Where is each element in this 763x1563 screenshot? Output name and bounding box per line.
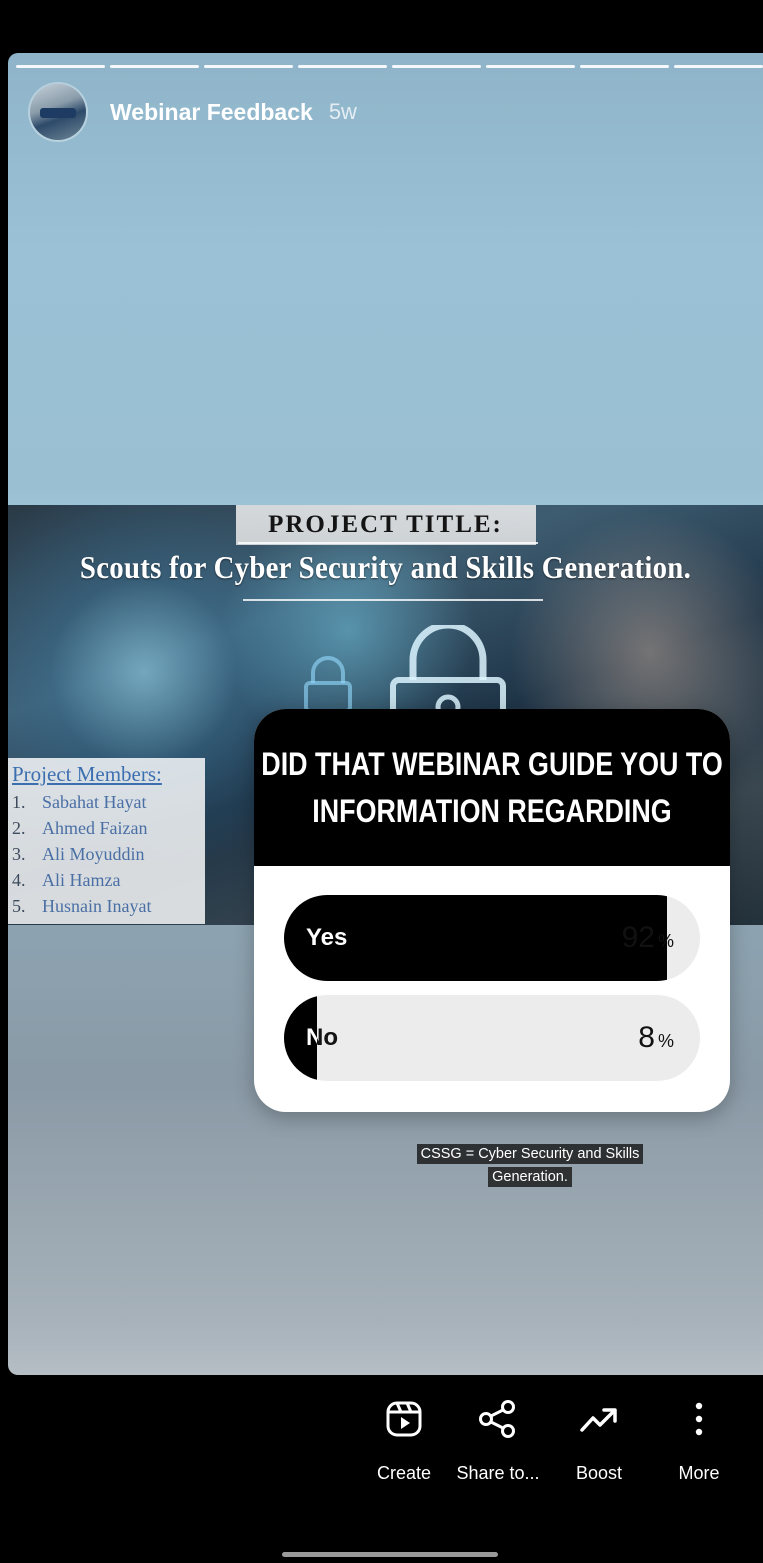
share-icon xyxy=(479,1400,515,1438)
boost-label: Boost xyxy=(575,1463,623,1483)
reels-icon xyxy=(386,1401,422,1437)
progress-segment xyxy=(16,65,105,68)
trend-arrow-icon xyxy=(580,1408,617,1432)
title-divider xyxy=(243,599,543,601)
member-item: 1. Sabahat Hayat xyxy=(12,792,147,812)
member-item: 5. Husnain Inayat xyxy=(12,896,152,916)
poll-option-percent: 8% xyxy=(638,1021,674,1054)
progress-segment xyxy=(298,65,387,68)
progress-segment xyxy=(674,65,763,68)
create-label: Create xyxy=(376,1463,432,1483)
project-title: Scouts for Cyber Security and Skills Gen… xyxy=(79,549,692,585)
title-divider xyxy=(238,542,538,544)
project-members-box: Project Members: 1. Sabahat Hayat 2. Ahmed… xyxy=(8,758,205,924)
poll-option-yes[interactable]: Yes 92% xyxy=(284,895,700,981)
poll-question-box: DID THAT WEBINAR GUIDE YOU TO INFORMATIO… xyxy=(254,709,730,866)
poll-question: DID THAT WEBINAR GUIDE YOU TO INFORMATIO… xyxy=(261,745,723,829)
story-author[interactable]: Webinar Feedback xyxy=(110,99,313,126)
progress-segment xyxy=(580,65,669,68)
caption-text-sticker: CSSG = Cyber Security and Skills Generat… xyxy=(411,1143,649,1189)
member-item: 3. Ali Moyuddin xyxy=(12,844,145,864)
home-indicator[interactable] xyxy=(282,1552,498,1557)
story-progress-bar xyxy=(16,65,763,68)
progress-segment xyxy=(392,65,481,68)
small-lock-icon xyxy=(304,656,352,713)
poll-sticker[interactable]: DID THAT WEBINAR GUIDE YOU TO INFORMATIO… xyxy=(254,709,730,1112)
share-to-label: Share to... xyxy=(456,1463,540,1483)
more-button[interactable]: More xyxy=(649,1397,749,1484)
create-button[interactable]: Create xyxy=(354,1397,454,1484)
poll-option-no[interactable]: No 8% xyxy=(284,995,700,1081)
share-to-button[interactable]: Share to... xyxy=(448,1397,548,1484)
project-title-label: PROJECT TITLE: xyxy=(268,511,503,538)
member-item: 4. Ali Hamza xyxy=(12,870,121,890)
progress-segment xyxy=(486,65,575,68)
avatar[interactable] xyxy=(30,84,86,140)
poll-option-label: Yes xyxy=(306,924,348,951)
poll-option-label: No xyxy=(306,1024,338,1051)
poll-option-percent: 92% xyxy=(621,921,674,954)
more-vertical-icon xyxy=(695,1402,703,1436)
story-time: 5w xyxy=(328,99,357,124)
progress-segment xyxy=(204,65,293,68)
story-header: Webinar Feedback 5w xyxy=(30,84,357,140)
progress-segment xyxy=(110,65,199,68)
member-item: 2. Ahmed Faizan xyxy=(12,818,148,838)
more-label: More xyxy=(678,1463,720,1483)
members-heading: Project Members: xyxy=(12,762,162,786)
boost-button[interactable]: Boost xyxy=(549,1397,649,1484)
caption-text: CSSG = Cyber Security and Skills Generat… xyxy=(416,1144,644,1187)
